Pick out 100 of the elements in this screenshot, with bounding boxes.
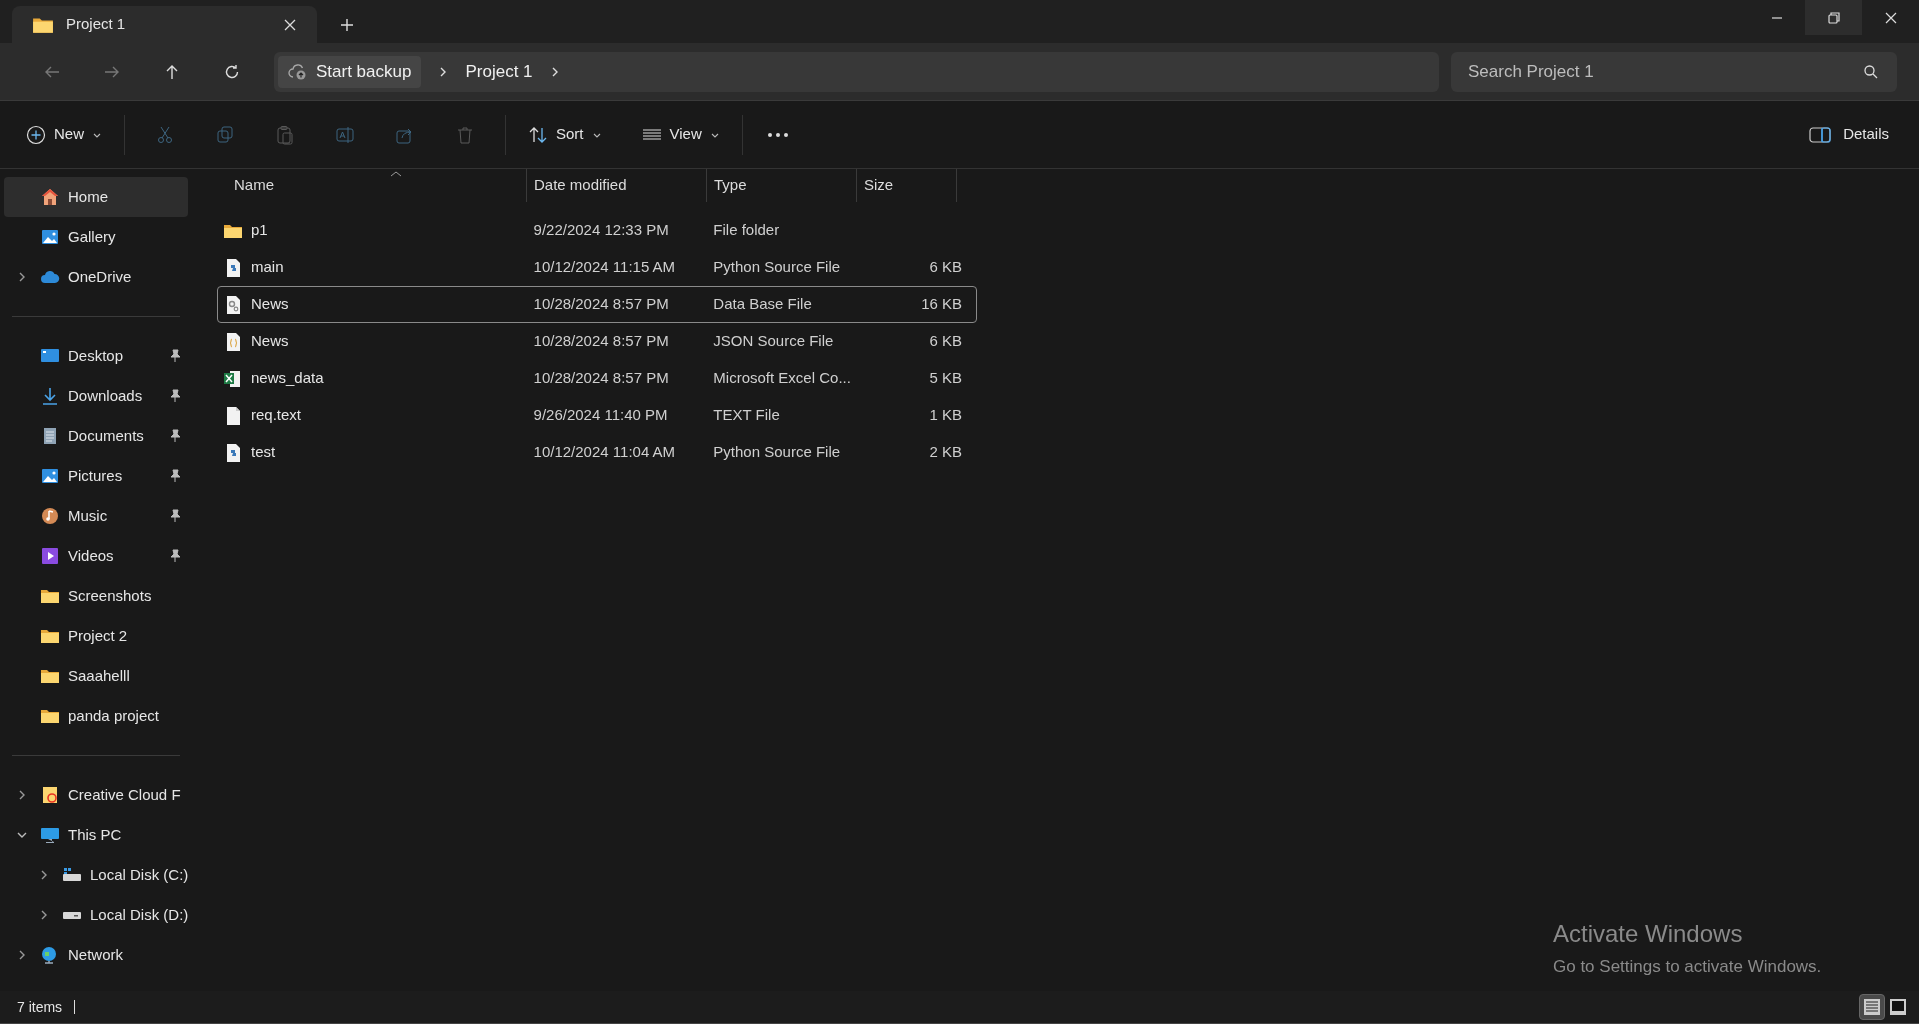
details-button[interactable]: Details [1805, 114, 1893, 155]
column-header[interactable]: Name [217, 169, 527, 202]
date-cell-text: 9/26/2024 11:40 PM [532, 405, 669, 426]
sidebar-item[interactable]: Local Disk (C:) [4, 855, 189, 895]
file-name: main [251, 257, 284, 278]
picture-icon [40, 466, 60, 486]
search-field[interactable]: Search Project 1 [1451, 51, 1897, 92]
sidebar-item[interactable]: OneDrive [4, 257, 189, 297]
spreadsheet-file-icon [223, 368, 243, 389]
column-header[interactable]: Size [857, 169, 957, 202]
date-cell-text: 10/12/2024 11:15 AM [532, 257, 677, 278]
monitor-icon [40, 825, 60, 845]
size-cell-text: 1 KB [928, 405, 963, 426]
date-cell-text: 10/28/2024 8:57 PM [532, 294, 670, 315]
type-cell-text: JSON Source File [712, 331, 835, 352]
picture-icon [40, 227, 60, 247]
type-cell-text: TEXT File [712, 405, 781, 426]
file-row[interactable]: p1 9/22/2024 12:33 PM File folder [217, 212, 977, 249]
cloud-backup-icon [288, 61, 308, 82]
sidebar-label: Project 2 [68, 625, 129, 646]
type-cell-text: Python Source File [712, 257, 842, 278]
sidebar-label: This PC [68, 824, 123, 845]
sidebar-label: Home [68, 186, 109, 207]
type-cell-text: Data Base File [712, 294, 813, 315]
sidebar-label: Downloads [68, 385, 144, 406]
new-button[interactable]: New [26, 114, 114, 155]
sidebar-item[interactable]: Local Disk (D:) [4, 895, 189, 935]
type-cell-text: Microsoft Excel Co... [712, 368, 852, 389]
sidebar-label: Local Disk (D:) [90, 904, 189, 925]
sidebar-label: OneDrive [68, 266, 133, 287]
tab-title: Project 1 [66, 14, 127, 35]
sidebar-item[interactable]: panda project [4, 696, 189, 736]
tab[interactable]: Project 1 [12, 6, 317, 43]
sidebar-item[interactable]: Documents [4, 416, 189, 456]
size-cell-text: 6 KB [928, 257, 963, 278]
file-name: test [251, 442, 276, 463]
sidebar-label: Gallery [68, 226, 117, 247]
sidebar-item[interactable]: Saaahelll [4, 656, 189, 696]
sidebar-label: Screenshots [68, 585, 153, 606]
home-icon [40, 187, 60, 207]
details-view-icon[interactable] [1863, 998, 1881, 1016]
file-name: News [251, 294, 289, 315]
activation-message: Go to Settings to activate Windows. [1553, 956, 1822, 978]
sidebar-item[interactable]: Pictures [4, 456, 189, 496]
close-icon[interactable] [283, 17, 297, 32]
sidebar-label: Network [68, 944, 124, 965]
download-icon [40, 386, 60, 406]
sidebar-item[interactable]: Downloads [4, 376, 189, 416]
sidebar-item[interactable]: Creative Cloud F [4, 775, 189, 815]
size-cell-text: 16 KB [920, 294, 963, 315]
file-name: p1 [251, 220, 268, 241]
size-cell-text: 5 KB [928, 368, 963, 389]
sort-button[interactable]: Sort [516, 114, 614, 155]
date-cell-text: 10/12/2024 11:04 AM [532, 442, 677, 463]
restore-icon[interactable] [1826, 10, 1841, 25]
sidebar-item[interactable]: This PC [4, 815, 189, 855]
sidebar-label: Creative Cloud F [68, 784, 182, 805]
sidebar-label: panda project [68, 705, 160, 726]
column-header[interactable]: Date modified [527, 169, 707, 202]
close-icon[interactable] [1883, 10, 1898, 25]
plus-circle-icon [26, 124, 46, 145]
backup-button[interactable]: Start backup [278, 55, 422, 88]
sidebar-item[interactable]: Music [4, 496, 189, 536]
sidebar-label: Saaahelll [68, 665, 131, 686]
file-row[interactable]: req.text 9/26/2024 11:40 PM TEXT File 1 KB [217, 397, 977, 434]
column-header[interactable]: Type [707, 169, 857, 202]
file-row[interactable]: news_data 10/28/2024 8:57 PM Microsoft Excel Co... 5 KB [217, 360, 977, 397]
sidebar-item[interactable]: Desktop [4, 336, 189, 376]
sidebar-item[interactable]: Network [4, 935, 189, 975]
tiles-view-icon[interactable] [1889, 998, 1907, 1016]
video-icon [40, 546, 60, 566]
sidebar-item[interactable]: Gallery [4, 217, 189, 257]
file-row[interactable]: main 10/12/2024 11:15 AM Python Source File 6 KB [217, 249, 977, 286]
type-cell-text: Python Source File [712, 442, 842, 463]
size-cell-text: 6 KB [928, 331, 963, 352]
activation-title: Activate Windows [1553, 919, 1744, 949]
file-row[interactable]: News 10/28/2024 8:57 PM JSON Source File 6 KB [217, 323, 977, 360]
file-name: news_data [251, 368, 324, 389]
sidebar-label: Pictures [68, 465, 124, 486]
file-row[interactable]: News 10/28/2024 8:57 PM Data Base File 16 KB [217, 286, 977, 323]
more-icon[interactable] [766, 131, 789, 138]
file-name: News [251, 331, 289, 352]
file-row[interactable]: test 10/12/2024 11:04 AM Python Source File 2 KB [217, 434, 977, 471]
add-tab-icon[interactable] [340, 17, 354, 32]
sidebar-item[interactable]: Screenshots [4, 576, 189, 616]
address-bar[interactable]: Start backup Project 1 [274, 51, 1439, 92]
sidebar-item[interactable]: Videos [4, 536, 189, 576]
item-count: 7 items [17, 997, 63, 1017]
sidebar-label: Videos [68, 545, 115, 566]
sidebar-item[interactable]: Home [4, 177, 189, 217]
file-name: req.text [251, 405, 302, 426]
refresh-icon[interactable] [223, 62, 241, 81]
view-button[interactable]: View [629, 114, 732, 155]
type-cell-text: File folder [712, 220, 781, 241]
sidebar-label: Music [68, 505, 109, 526]
sidebar-label: Local Disk (C:) [90, 864, 189, 885]
sidebar-item[interactable]: Project 2 [4, 616, 189, 656]
sidebar-label: Desktop [68, 345, 125, 366]
date-cell-text: 10/28/2024 8:57 PM [532, 368, 670, 389]
breadcrumb[interactable]: Project 1 [465, 58, 533, 85]
